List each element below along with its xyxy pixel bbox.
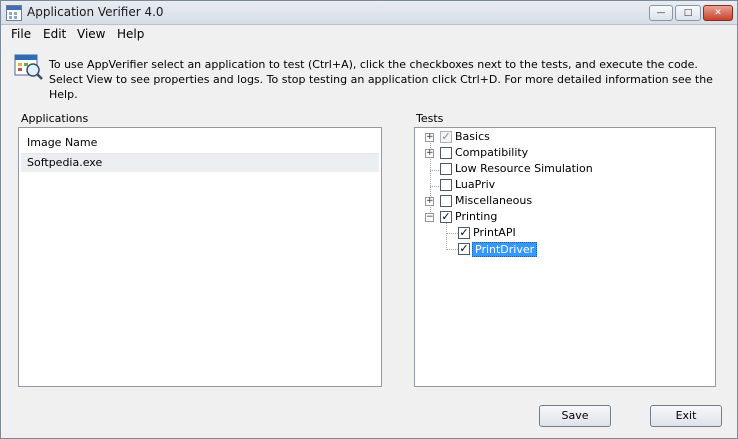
checkbox-basics[interactable]: ✓: [440, 131, 452, 143]
tree-item-label: Basics: [455, 130, 490, 143]
exit-button[interactable]: Exit: [650, 405, 722, 427]
save-button[interactable]: Save: [539, 405, 611, 427]
tree-item-label-selected: PrintDriver: [472, 242, 538, 257]
title-bar[interactable]: Application Verifier 4.0 — □ ✕: [1, 1, 737, 25]
tests-tree[interactable]: + ✓ Basics + Compatibility Low Resource …: [414, 127, 716, 387]
table-row[interactable]: Softpedia.exe: [21, 154, 379, 172]
checkbox-low-resource-simulation[interactable]: [440, 163, 452, 175]
expand-icon[interactable]: +: [425, 149, 434, 158]
tree-item-printapi[interactable]: ✓ PrintAPI: [441, 226, 701, 242]
checkbox-printdriver[interactable]: ✓: [458, 243, 470, 255]
column-header-label: Image Name: [27, 136, 98, 149]
expand-icon[interactable]: +: [425, 133, 434, 142]
menu-bar: File Edit View Help: [1, 25, 737, 44]
column-header-image-name[interactable]: Image Name: [21, 130, 379, 154]
minimize-button[interactable]: —: [649, 5, 673, 21]
applications-list[interactable]: Image Name Softpedia.exe: [18, 127, 382, 387]
collapse-icon[interactable]: −: [425, 213, 434, 222]
menu-help[interactable]: Help: [117, 27, 144, 41]
instructions-text: To use AppVerifier select an application…: [49, 58, 713, 101]
application-name: Softpedia.exe: [27, 156, 103, 169]
magnifier-info-icon: [14, 54, 43, 80]
tree-item-label: Compatibility: [455, 146, 529, 159]
tree-item-label: Low Resource Simulation: [455, 162, 593, 175]
applications-label: Applications: [21, 112, 89, 125]
checkbox-compatibility[interactable]: [440, 147, 452, 159]
tree-item-printdriver[interactable]: ✓ PrintDriver: [441, 242, 701, 258]
menu-view[interactable]: View: [77, 27, 105, 41]
expand-icon[interactable]: +: [425, 197, 434, 206]
tree-item-miscellaneous[interactable]: + Miscellaneous: [425, 194, 705, 210]
tree-item-label: PrintAPI: [473, 226, 516, 239]
tree-item-label: Miscellaneous: [455, 194, 533, 207]
tree-item-label: LuaPriv: [455, 178, 496, 191]
app-window: Application Verifier 4.0 — □ ✕ File Edit…: [0, 0, 738, 439]
tree-item-basics[interactable]: + ✓ Basics: [425, 130, 705, 146]
tree-item-label: Printing: [455, 210, 498, 223]
menu-file[interactable]: File: [11, 27, 31, 41]
tree-item-luapriv[interactable]: LuaPriv: [425, 178, 705, 194]
tree-item-compatibility[interactable]: + Compatibility: [425, 146, 705, 162]
checkbox-miscellaneous[interactable]: [440, 195, 452, 207]
tree-item-printing[interactable]: − ✓ Printing: [425, 210, 705, 226]
close-button[interactable]: ✕: [703, 5, 733, 21]
tests-label: Tests: [416, 112, 444, 125]
menu-edit[interactable]: Edit: [43, 27, 66, 41]
maximize-button[interactable]: □: [675, 5, 701, 21]
checkbox-printing[interactable]: ✓: [440, 211, 452, 223]
app-verifier-icon: [6, 5, 22, 21]
tree-item-low-resource-simulation[interactable]: Low Resource Simulation: [425, 162, 705, 178]
window-title: Application Verifier 4.0: [27, 5, 164, 19]
checkbox-printapi[interactable]: ✓: [458, 227, 470, 239]
checkbox-luapriv[interactable]: [440, 179, 452, 191]
